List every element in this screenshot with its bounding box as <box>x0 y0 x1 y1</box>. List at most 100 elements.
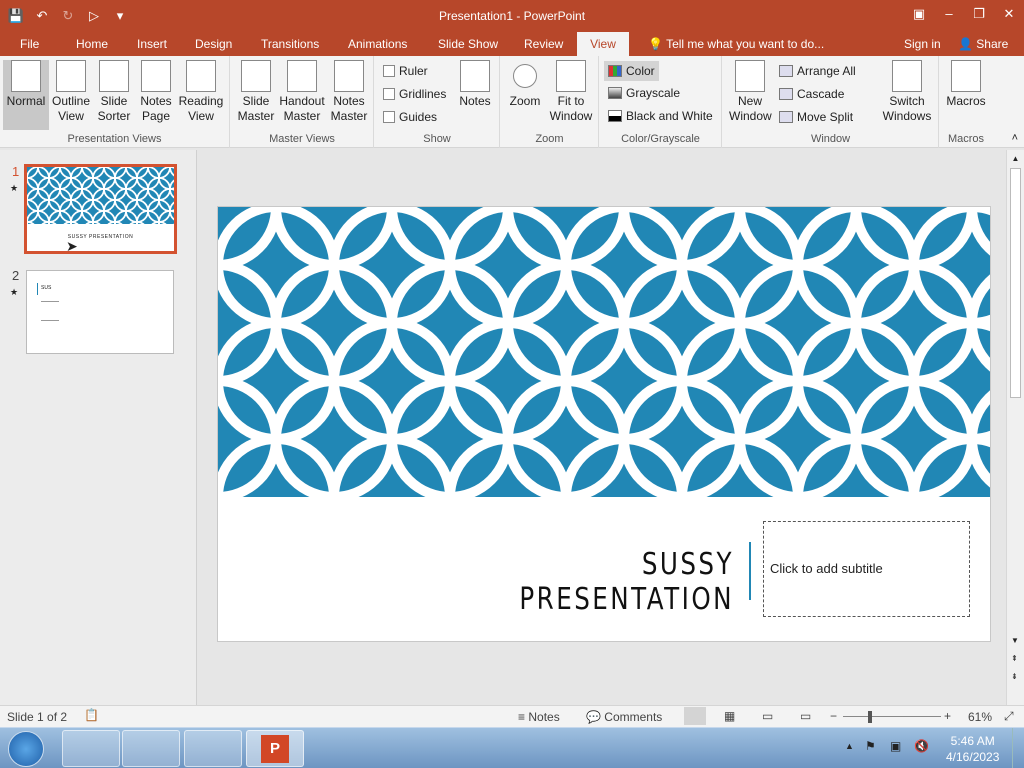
notes-toggle[interactable]: ≡ Notes <box>518 710 560 724</box>
slide-thumbnail-1[interactable]: SUSSY PRESENTATION <box>24 164 177 254</box>
zoom-slider-thumb[interactable] <box>868 711 872 723</box>
spelling-check-icon[interactable]: 📋 <box>84 708 99 722</box>
group-show: Ruler Gridlines Guides Notes Show <box>375 56 500 148</box>
zoom-out-icon[interactable]: − <box>830 709 837 723</box>
reading-view-icon[interactable]: ▭ <box>762 709 773 723</box>
window-title: Presentation1 - PowerPoint <box>438 9 586 23</box>
tab-animations[interactable]: Animations <box>340 32 415 56</box>
fit-slide-icon[interactable]: ⤢ <box>1004 709 1014 724</box>
notes-page-label: Notes Page <box>140 94 172 123</box>
group-color-grayscale: Color Grayscale Black and White Color/Gr… <box>600 56 722 148</box>
close-icon[interactable]: ✕ <box>994 0 1024 28</box>
new-window-icon <box>735 60 765 92</box>
move-split-icon <box>779 111 793 123</box>
powerpoint-taskbar-icon[interactable]: P <box>246 730 304 767</box>
outline-view-button[interactable]: Outline View <box>50 60 92 124</box>
lightbulb-icon: 💡 <box>648 37 663 51</box>
new-window-label: New Window <box>729 94 772 123</box>
minimize-icon[interactable]: – <box>934 0 964 28</box>
black-white-label: Black and White <box>626 109 713 123</box>
slide-canvas[interactable]: SUSSY PRESENTATION Click to add subtitle <box>217 206 991 642</box>
macros-button[interactable]: Macros <box>944 60 988 109</box>
control-panel-taskbar-icon[interactable] <box>184 730 242 767</box>
volume-muted-icon[interactable]: 🔇 <box>914 739 929 753</box>
restore-icon[interactable]: ❐ <box>964 0 994 28</box>
comments-toggle[interactable]: 💬 Comments <box>586 710 662 724</box>
notes-page-button[interactable]: Notes Page <box>136 60 176 124</box>
explorer-taskbar-icon[interactable] <box>62 730 120 767</box>
comments-status-label: Comments <box>604 710 663 724</box>
scroll-thumb[interactable] <box>1010 168 1021 398</box>
slide-show-icon[interactable]: ▭ <box>800 709 811 723</box>
comment-icon: 💬 <box>586 710 601 724</box>
start-button-icon[interactable] <box>8 731 44 767</box>
reading-view-button[interactable]: Reading View <box>178 60 224 124</box>
group-zoom: Zoom Fit to Window Zoom <box>501 56 599 148</box>
collapse-ribbon-icon[interactable]: ˄ <box>1012 132 1018 144</box>
sign-in-link[interactable]: Sign in <box>896 32 949 56</box>
powerpoint-logo-icon: P <box>261 735 289 763</box>
action-center-icon[interactable]: ⚑ <box>865 739 876 753</box>
tab-view[interactable]: View <box>577 32 629 56</box>
switch-windows-button[interactable]: Switch Windows <box>881 60 933 124</box>
cascade-button[interactable]: Cascade <box>779 86 844 102</box>
new-window-button[interactable]: New Window <box>729 60 772 124</box>
zoom-in-icon[interactable]: + <box>944 709 951 723</box>
tab-file[interactable]: File <box>12 32 47 56</box>
fit-to-window-button[interactable]: Fit to Window <box>547 60 595 124</box>
black-white-button[interactable]: Black and White <box>608 108 713 124</box>
tab-review[interactable]: Review <box>516 32 571 56</box>
notes-icon: ≡ <box>518 710 526 724</box>
vertical-scrollbar[interactable]: ▲ ▼ ⇞ ⇟ <box>1006 150 1024 705</box>
system-clock[interactable]: 5:46 AM 4/16/2023 <box>946 733 999 765</box>
keyboard-taskbar-icon[interactable] <box>122 730 180 767</box>
notes-master-button[interactable]: Notes Master <box>329 60 369 124</box>
network-icon[interactable]: ▣ <box>890 739 901 753</box>
group-label: Macros <box>947 133 985 145</box>
tab-home[interactable]: Home <box>68 32 116 56</box>
checkbox-icon <box>383 111 395 123</box>
slide-sorter-icon[interactable]: ▦ <box>724 709 735 723</box>
tab-slide-show[interactable]: Slide Show <box>430 32 506 56</box>
handout-master-button[interactable]: Handout Master <box>279 60 325 124</box>
tell-me-text: Tell me what you want to do... <box>666 37 825 51</box>
group-window: New Window Arrange All Cascade Move Spli… <box>723 56 939 148</box>
slide-thumbnail-2[interactable]: SUS <box>26 270 174 354</box>
zoom-level[interactable]: 61% <box>968 710 992 724</box>
normal-view-button[interactable]: Normal <box>3 60 49 130</box>
move-split-button[interactable]: Move Split <box>779 109 853 125</box>
guides-checkbox[interactable]: Guides <box>383 109 437 125</box>
grayscale-button[interactable]: Grayscale <box>608 85 680 101</box>
previous-slide-icon[interactable]: ⇞ <box>1011 654 1018 663</box>
group-label: Window <box>810 133 851 145</box>
title-accent-line <box>749 542 751 600</box>
zoom-button[interactable]: Zoom <box>505 60 545 109</box>
ruler-checkbox[interactable]: Ruler <box>383 63 428 79</box>
slide-title[interactable]: SUSSY PRESENTATION <box>417 547 734 617</box>
ribbon-display-options-icon[interactable]: ▣ <box>904 0 934 28</box>
show-desktop-button[interactable] <box>1012 728 1024 768</box>
subtitle-placeholder[interactable]: Click to add subtitle <box>763 521 970 617</box>
gridlines-checkbox[interactable]: Gridlines <box>383 86 446 102</box>
next-slide-icon[interactable]: ⇟ <box>1011 672 1018 681</box>
normal-view-icon[interactable] <box>684 707 706 725</box>
share-button[interactable]: 👤 Share <box>950 32 1016 56</box>
handout-master-icon <box>287 60 317 92</box>
tab-insert[interactable]: Insert <box>129 32 175 56</box>
zoom-slider[interactable] <box>843 716 941 717</box>
tab-transitions[interactable]: Transitions <box>253 32 327 56</box>
tell-me-search[interactable]: 💡 Tell me what you want to do... <box>640 32 832 56</box>
zoom-label: Zoom <box>509 94 541 108</box>
notes-button[interactable]: Notes <box>455 60 495 109</box>
scroll-down-icon[interactable]: ▼ <box>1011 636 1019 645</box>
tab-design[interactable]: Design <box>187 32 240 56</box>
slide-sorter-button[interactable]: Slide Sorter <box>94 60 134 124</box>
grayscale-swatch-icon <box>608 87 622 99</box>
scroll-up-icon[interactable]: ▲ <box>1007 154 1024 163</box>
color-button[interactable]: Color <box>604 61 659 81</box>
slide-master-button[interactable]: Slide Master <box>235 60 277 124</box>
slide-sorter-icon <box>99 60 129 92</box>
arrange-all-button[interactable]: Arrange All <box>779 63 856 79</box>
notes-icon <box>460 60 490 92</box>
tray-expand-icon[interactable]: ▲ <box>845 741 854 751</box>
